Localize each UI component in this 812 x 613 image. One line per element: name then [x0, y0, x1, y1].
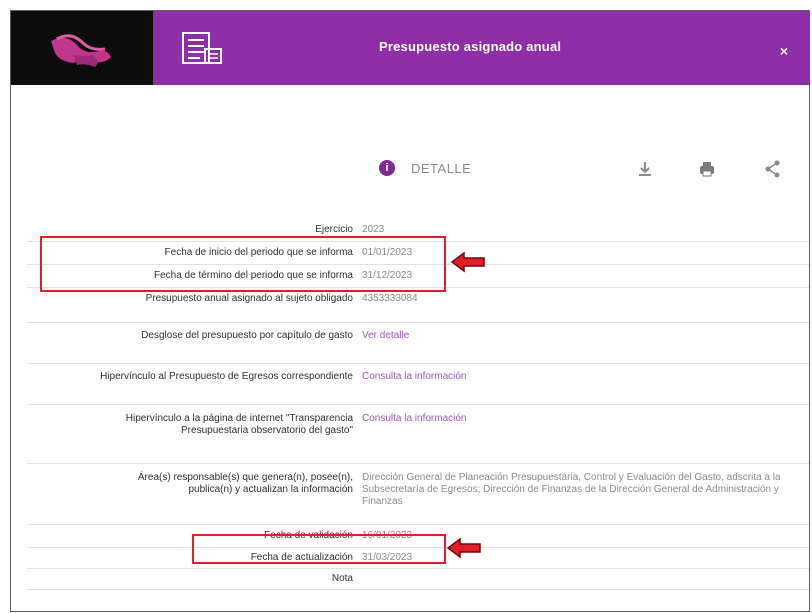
table-row: Nota [27, 569, 809, 590]
budget-link[interactable]: Consulta la información [362, 371, 467, 383]
table-row: Hipervínculo al Presupuesto de Egresos c… [27, 364, 809, 405]
row-label: Hipervínculo a la página de internet "Tr… [125, 413, 353, 436]
row-label: Nota [331, 573, 353, 584]
highlight-box [192, 534, 446, 564]
row-label: Área(s) responsable(s) que genera(n), po… [137, 472, 353, 495]
red-arrow-icon [446, 537, 481, 559]
row-value: Dirección General de Planeación Presupue… [362, 472, 781, 507]
logo-panel [11, 11, 153, 85]
download-icon[interactable] [634, 158, 656, 180]
row-label: Ejercicio [315, 224, 353, 235]
table-row: Hipervínculo a la página de internet "Tr… [27, 405, 809, 464]
print-icon[interactable] [696, 158, 718, 180]
share-icon[interactable] [762, 158, 784, 180]
modal-title: Presupuesto asignado anual [379, 39, 562, 54]
table-row: Desglose del presupuesto por capítulo de… [27, 323, 809, 364]
modal-window: Presupuesto asignado anual × i DETALLE E… [10, 10, 810, 612]
breakdown-link[interactable]: Ver detalle [362, 330, 409, 342]
table-row: Presupuesto anual asignado al sujeto obl… [27, 288, 809, 323]
row-label: Presupuesto anual asignado al sujeto obl… [145, 293, 353, 304]
table-row: Área(s) responsable(s) que genera(n), po… [27, 464, 809, 525]
document-list-icon [182, 32, 222, 64]
detail-toolbar: i DETALLE [366, 158, 806, 184]
mexico-logo-icon [51, 34, 111, 67]
detail-label: DETALLE [411, 161, 472, 176]
row-value: 2023 [362, 224, 385, 235]
info-icon[interactable]: i [379, 160, 395, 176]
modal-header: Presupuesto asignado anual × [11, 11, 809, 85]
row-label: Desglose del presupuesto por capítulo de… [141, 330, 353, 341]
close-icon: × [779, 43, 789, 59]
highlight-box [40, 236, 446, 292]
transparency-link[interactable]: Consulta la información [362, 413, 467, 425]
row-label: Hipervínculo al Presupuesto de Egresos c… [100, 371, 353, 382]
red-arrow-icon [450, 251, 485, 273]
close-button[interactable]: × [773, 41, 795, 61]
row-value: 4353333084 [362, 293, 418, 304]
